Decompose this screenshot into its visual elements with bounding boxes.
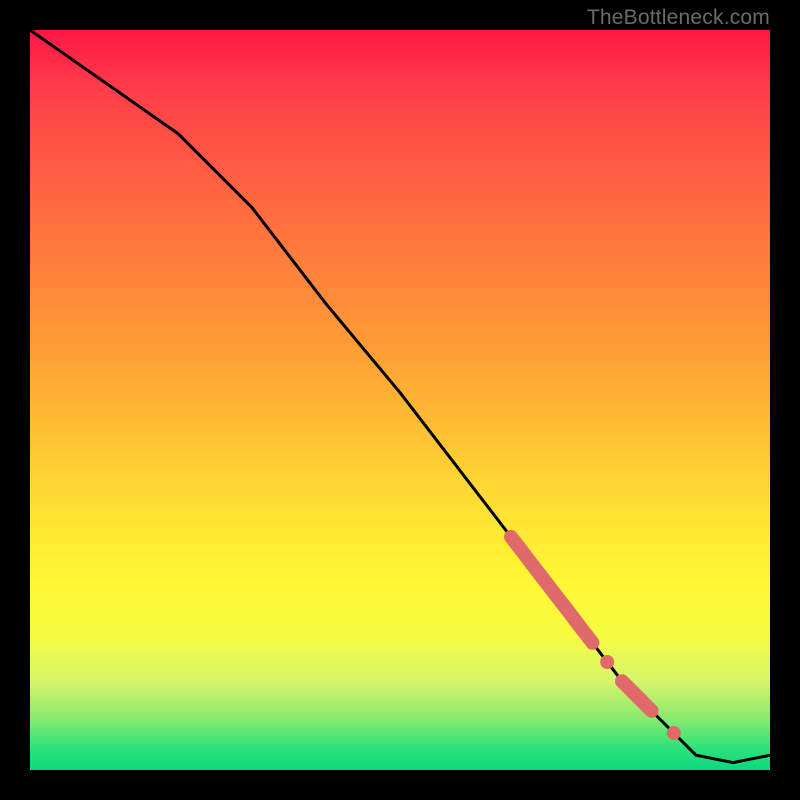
- chart-frame: TheBottleneck.com: [0, 0, 800, 800]
- dot-2: [667, 726, 681, 740]
- segment-2: [622, 681, 652, 711]
- plot-area: [30, 30, 770, 770]
- curve-line: [30, 30, 770, 763]
- segment-1: [511, 537, 592, 643]
- plot-overlay: [30, 30, 770, 770]
- dot-1: [600, 655, 614, 669]
- attribution-label: TheBottleneck.com: [587, 6, 770, 30]
